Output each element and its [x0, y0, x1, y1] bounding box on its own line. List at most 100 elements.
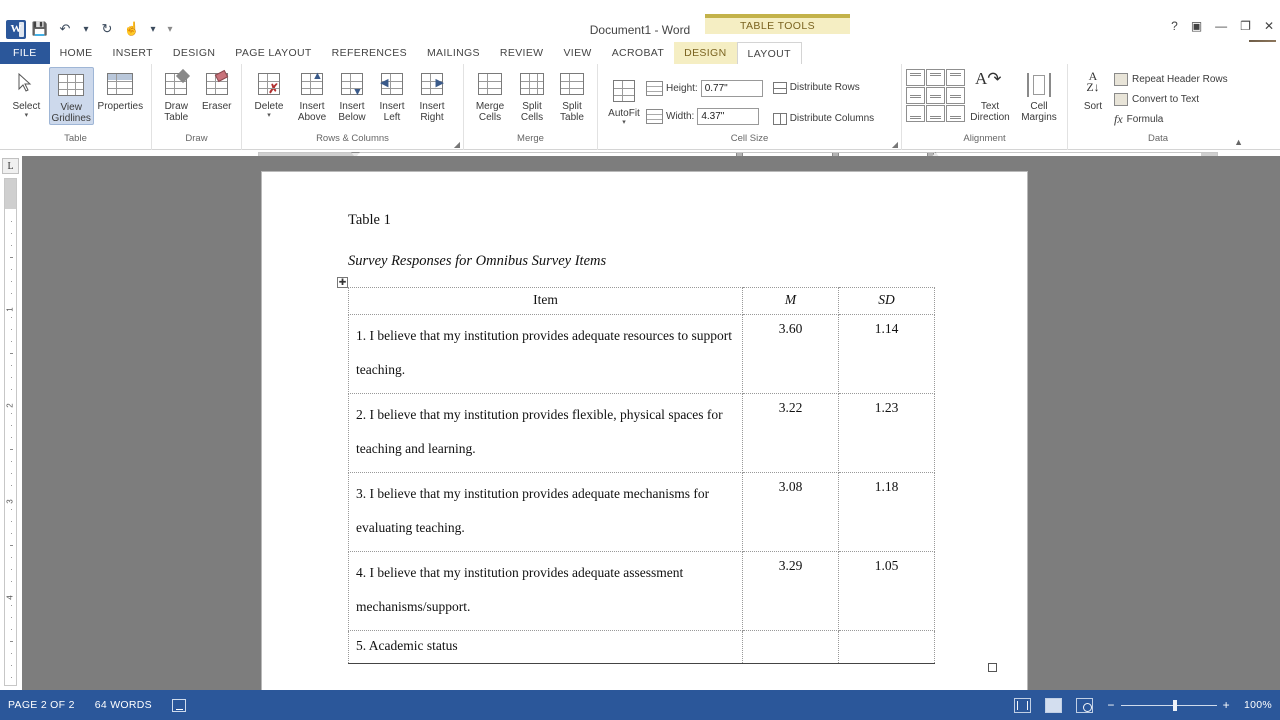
merge-cells-button[interactable]: Merge Cells [468, 67, 512, 123]
survey-results-table[interactable]: Item M SD 1. I believe that my instituti… [348, 287, 935, 664]
sort-button[interactable]: A Z↓ Sort [1072, 67, 1114, 112]
tab-review[interactable]: REVIEW [490, 42, 554, 64]
table-row[interactable]: 1. I believe that my institution provide… [348, 314, 935, 394]
ribbon-group-data: A Z↓ Sort Repeat Header Rows Convert to T… [1068, 64, 1248, 150]
ribbon-display-options-icon[interactable]: ▣ [1191, 20, 1202, 32]
vertical-ruler[interactable]: 1 2 3 4 [4, 178, 17, 686]
document-canvas[interactable]: Table 1 Survey Responses for Omnibus Sur… [22, 156, 1280, 690]
collapse-ribbon-icon[interactable]: ▲ [1234, 137, 1243, 147]
table-row[interactable]: 4. I believe that my institution provide… [348, 551, 935, 631]
align-bottom-center-button[interactable] [926, 105, 945, 122]
convert-to-text-button[interactable]: Convert to Text [1114, 89, 1228, 109]
cell-margins-button[interactable]: Cell Margins [1015, 67, 1063, 123]
column-width-control: Width: 4.37" [646, 105, 763, 127]
close-button[interactable]: ✕ [1264, 20, 1274, 32]
align-middle-center-button[interactable] [926, 87, 945, 104]
height-input[interactable]: 0.77" [700, 79, 763, 97]
align-middle-left-button[interactable] [906, 87, 925, 104]
align-top-right-button[interactable] [946, 69, 965, 86]
tab-mailings[interactable]: MAILINGS [417, 42, 490, 64]
table-move-handle[interactable]: ✚ [337, 277, 348, 288]
zoom-track[interactable] [1120, 699, 1217, 711]
tab-design[interactable]: DESIGN [163, 42, 225, 64]
tab-acrobat[interactable]: ACROBAT [602, 42, 674, 64]
distribute-columns-button[interactable]: Distribute Columns [772, 108, 874, 130]
eraser-button[interactable]: Eraser [197, 67, 238, 112]
vruler-tick [11, 473, 12, 474]
repeat-header-rows-button[interactable]: Repeat Header Rows [1114, 69, 1228, 89]
eraser-icon [202, 69, 232, 99]
zoom-slider[interactable]: − + [1107, 699, 1230, 711]
ribbon-group-merge: Merge Cells Split Cells Split Table Merg… [464, 64, 598, 150]
align-bottom-left-button[interactable] [906, 105, 925, 122]
align-bottom-right-button[interactable] [946, 105, 965, 122]
autofit-button[interactable]: AutoFit ▾ [602, 74, 646, 126]
align-top-center-button[interactable] [926, 69, 945, 86]
tab-file[interactable]: FILE [0, 42, 50, 64]
vruler-tick [11, 413, 12, 414]
select-button[interactable]: Select ▾ [4, 67, 49, 119]
insert-below-icon: ▼ [337, 71, 367, 99]
item-text: 4. I believe that my institution provide… [356, 565, 684, 614]
width-input[interactable]: 4.37" [697, 107, 760, 125]
tab-insert[interactable]: INSERT [102, 42, 162, 64]
align-middle-right-button[interactable] [946, 87, 965, 104]
help-icon[interactable]: ? [1171, 20, 1178, 32]
vruler-tick [11, 269, 12, 270]
split-cells-button[interactable]: Split Cells [512, 67, 552, 123]
tab-stop-selector[interactable]: L [2, 158, 19, 174]
split-table-label-2: Table [560, 112, 584, 123]
tab-view[interactable]: VIEW [553, 42, 601, 64]
sort-az-icon: A Z↓ [1086, 69, 1100, 94]
zoom-level[interactable]: 100% [1244, 699, 1272, 711]
view-gridlines-button[interactable]: View Gridlines [48, 67, 94, 125]
tab-home[interactable]: HOME [50, 42, 103, 64]
sd-value [838, 630, 935, 664]
text-direction-icon: A↷ [975, 69, 1002, 88]
tab-table-design[interactable]: DESIGN [674, 42, 737, 64]
align-top-left-button[interactable] [906, 69, 925, 86]
formula-button[interactable]: fx Formula [1114, 109, 1228, 129]
table-row[interactable]: 2. I believe that my institution provide… [348, 393, 935, 473]
page-indicator[interactable]: PAGE 2 OF 2 [8, 699, 75, 711]
insert-above-button[interactable]: ▲ Insert Above [292, 67, 332, 124]
tab-page-layout[interactable]: PAGE LAYOUT [225, 42, 321, 64]
zoom-in-button[interactable]: + [1223, 699, 1230, 711]
table-resize-handle[interactable] [988, 663, 997, 672]
insert-right-button[interactable]: ▶ Insert Right [412, 67, 452, 123]
vruler-tick [11, 377, 12, 378]
tab-references[interactable]: REFERENCES [322, 42, 417, 64]
delete-cells-button[interactable]: ✗ Delete ▾ [246, 67, 292, 119]
draw-table-button[interactable]: Draw Table [156, 67, 197, 123]
cell-size-dialog-launcher-icon[interactable]: ◢ [892, 140, 898, 149]
restore-button[interactable]: ❐ [1240, 20, 1251, 32]
vruler-tick [11, 509, 12, 510]
insert-below-label-1: Insert [339, 101, 365, 112]
text-direction-button[interactable]: A↷ Text Direction [965, 67, 1015, 123]
rows-columns-dialog-launcher-icon[interactable]: ◢ [454, 140, 460, 149]
ribbon-group-table: Select ▾ View Gridlines Properties Table [0, 64, 152, 150]
table-row[interactable]: 3. I believe that my institution provide… [348, 472, 935, 552]
split-table-button[interactable]: Split Table [552, 67, 592, 123]
zoom-knob[interactable] [1172, 699, 1177, 711]
vruler-tick [11, 461, 12, 462]
table-row[interactable]: 5. Academic status [348, 630, 935, 664]
proofing-errors-icon[interactable] [171, 698, 186, 712]
word-count[interactable]: 64 WORDS [95, 699, 152, 711]
gridlines-icon [56, 72, 86, 100]
distribute-rows-button[interactable]: Distribute Rows [772, 77, 874, 99]
document-page[interactable]: Table 1 Survey Responses for Omnibus Sur… [262, 172, 1027, 690]
table-properties-button[interactable]: Properties [94, 67, 147, 112]
zoom-out-button[interactable]: − [1107, 699, 1114, 711]
tab-table-layout[interactable]: LAYOUT [736, 42, 802, 64]
document-body[interactable]: Table 1 Survey Responses for Omnibus Sur… [337, 212, 997, 672]
web-layout-icon[interactable] [1076, 697, 1094, 713]
insert-below-button[interactable]: ▼ Insert Below [332, 67, 372, 123]
window-controls: ? ▣ — ❐ ✕ [1171, 20, 1274, 32]
read-mode-icon[interactable] [1014, 697, 1032, 713]
column-header-m: M [784, 292, 797, 307]
print-layout-icon[interactable] [1045, 697, 1063, 713]
insert-left-button[interactable]: ◀ Insert Left [372, 67, 412, 123]
vruler-tick [11, 581, 12, 582]
minimize-button[interactable]: — [1215, 20, 1227, 32]
